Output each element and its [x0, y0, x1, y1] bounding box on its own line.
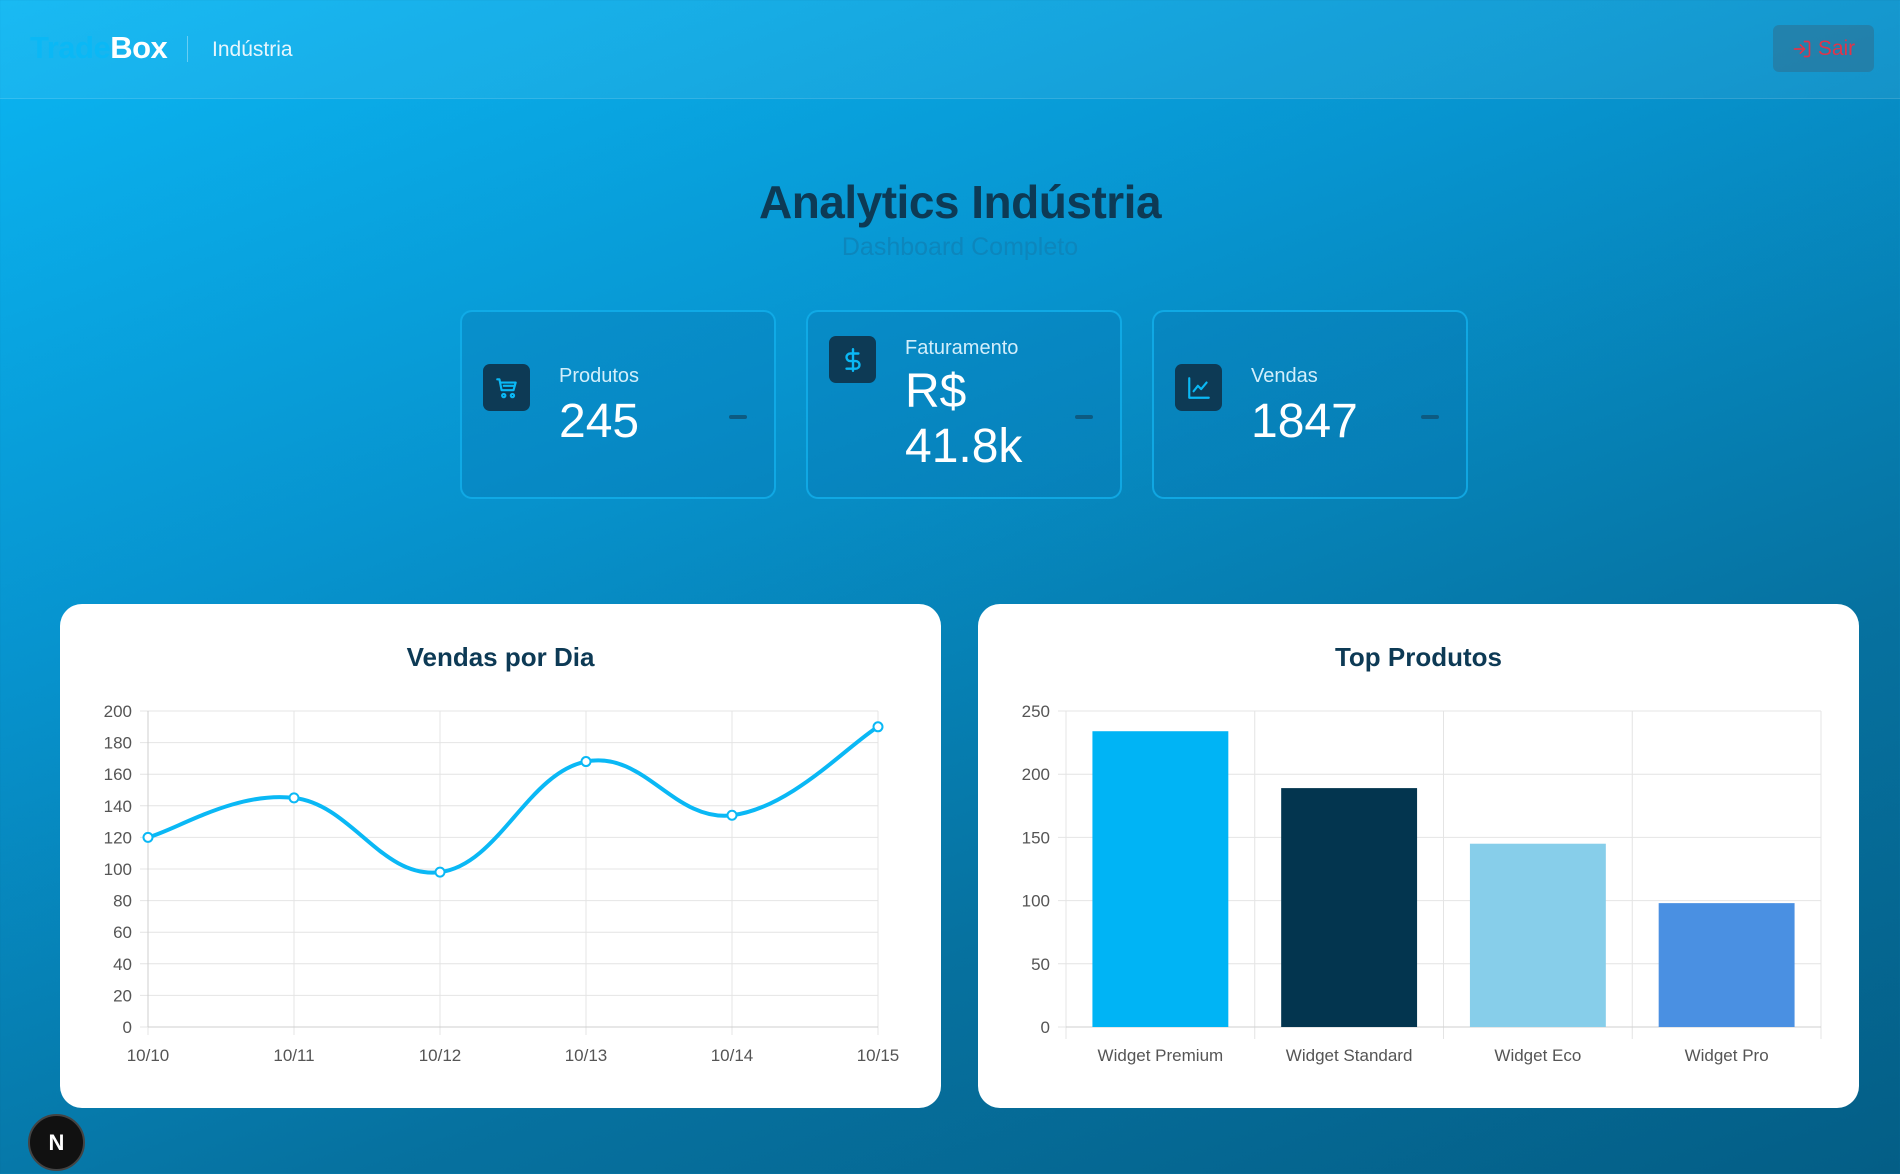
y-tick-label: 200	[104, 702, 132, 721]
y-tick-label: 0	[1041, 1018, 1050, 1037]
line-chart-icon	[1175, 364, 1222, 411]
bar	[1092, 731, 1229, 1027]
kpi-label: Faturamento	[905, 337, 1019, 359]
header-divider	[187, 36, 188, 62]
kpi-card-faturamento: Faturamento R$ 41.8k	[806, 310, 1122, 499]
brand-logo[interactable]: TradeBox	[30, 30, 168, 66]
kpi-trend-indicator	[1421, 415, 1439, 419]
y-tick-label: 140	[104, 797, 132, 816]
bar-chart: 0 50 100 150 200 250 Widget Premium Widget Stan…	[1022, 702, 1822, 1065]
y-tick-label: 200	[1022, 765, 1050, 784]
x-tick-label: 10/10	[127, 1046, 170, 1065]
y-tick-label: 40	[113, 955, 132, 974]
x-tick-label: Widget Eco	[1494, 1046, 1581, 1065]
x-tick-label: 10/13	[565, 1046, 608, 1065]
kpi-value: 1847	[1251, 395, 1358, 448]
line-chart: 0 20 40 60 80 100 120 140 160 180 200 10/10 10/11 10/…	[104, 702, 900, 1065]
logout-label: Sair	[1817, 36, 1856, 60]
kpi-trend-indicator	[1075, 415, 1093, 419]
logout-icon	[1793, 40, 1811, 57]
x-tick-label: 10/12	[419, 1046, 462, 1065]
page-subtitle: Dashboard Completo	[841, 233, 1079, 261]
header-section-label: Indústria	[212, 38, 293, 61]
y-tick-label: 0	[123, 1018, 132, 1037]
y-tick-label: 20	[113, 986, 132, 1005]
y-tick-label: 60	[113, 923, 132, 942]
x-tick-label: 10/14	[711, 1046, 754, 1065]
data-point	[434, 866, 446, 878]
kpi-value: 245	[559, 395, 640, 448]
bar	[1658, 903, 1795, 1027]
bar	[1469, 843, 1606, 1027]
y-tick-label: 50	[1031, 955, 1050, 974]
y-tick-label: 100	[1022, 892, 1050, 911]
data-point	[726, 809, 738, 821]
bar	[1281, 788, 1418, 1027]
page-title: Analytics Indústria	[758, 176, 1162, 228]
y-tick-label: 120	[104, 828, 132, 847]
brand-part2: Box	[110, 30, 168, 65]
top-header: TradeBox Indústria Sair	[0, 0, 1900, 99]
next-devtools-badge[interactable]: N	[28, 1114, 85, 1171]
logout-button[interactable]: Sair	[1773, 25, 1874, 72]
data-point	[580, 756, 592, 768]
kpi-value: R$ 41.8k	[905, 365, 1023, 473]
x-tick-label: 10/11	[273, 1046, 314, 1065]
y-tick-label: 180	[104, 734, 132, 753]
x-tick-label: 10/15	[857, 1046, 900, 1065]
kpi-label: Vendas	[1251, 365, 1318, 387]
y-tick-label: 100	[104, 860, 132, 879]
shopping-cart-icon	[483, 364, 530, 411]
data-point	[872, 721, 884, 733]
kpi-trend-indicator	[729, 415, 747, 419]
data-point	[142, 831, 154, 843]
y-tick-label: 160	[104, 765, 132, 784]
kpi-card-vendas: Vendas 1847	[1152, 310, 1468, 499]
brand-part1: Trade	[30, 30, 111, 65]
kpi-label: Produtos	[559, 365, 640, 387]
x-tick-label: Widget Pro	[1685, 1046, 1769, 1065]
kpi-card-produtos: Produtos 245	[460, 310, 776, 499]
chart-card-top-produtos: Top Produtos 0 50 100 150 200 250 Widget Premi…	[978, 604, 1859, 1108]
x-tick-label: Widget Premium	[1098, 1046, 1224, 1065]
series-line	[147, 725, 880, 875]
y-tick-label: 80	[113, 892, 132, 911]
chart-card-vendas-por-dia: Vendas por Dia 0 20 40 60 80 100 120 140 160 180 2…	[60, 604, 941, 1108]
x-tick-label: Widget Standard	[1286, 1046, 1413, 1065]
y-tick-label: 250	[1022, 702, 1050, 721]
dollar-icon	[829, 336, 876, 383]
y-tick-label: 150	[1022, 828, 1050, 847]
data-point	[288, 792, 300, 804]
